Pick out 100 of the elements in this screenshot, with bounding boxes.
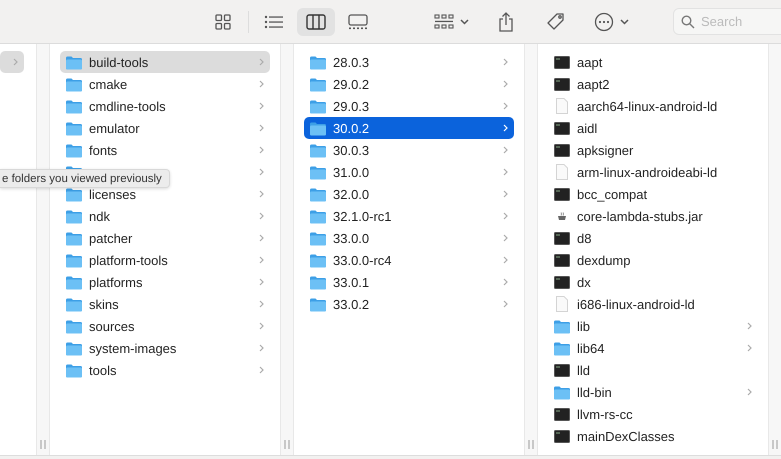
file-row[interactable]: ndk: [60, 205, 270, 227]
search-icon: [681, 14, 695, 28]
file-row[interactable]: lld: [548, 359, 758, 381]
terminal-icon: [553, 408, 571, 420]
file-name: 32.0.0: [333, 186, 370, 202]
file-row[interactable]: 28.0.3: [304, 51, 514, 73]
file-name: tools: [89, 362, 118, 378]
file-row[interactable]: apksigner: [548, 139, 758, 161]
file-row[interactable]: 33.0.0: [304, 227, 514, 249]
file-name: aidl: [577, 120, 598, 136]
file-row[interactable]: lib: [548, 315, 758, 337]
terminal-icon: [553, 364, 571, 376]
gallery-icon: [347, 14, 369, 30]
file-name: fonts: [89, 142, 118, 158]
resize-handle-icon[interactable]: [772, 440, 778, 449]
file-name: lld: [577, 362, 592, 378]
file-row[interactable]: 33.0.0-rc4: [304, 249, 514, 271]
file-row[interactable]: tools: [60, 359, 270, 381]
terminal-icon: [553, 430, 571, 442]
folder-icon: [65, 208, 83, 224]
file-row[interactable]: emulator: [60, 117, 270, 139]
more-icon: [594, 12, 614, 32]
file-row[interactable]: arm-linux-androideabi-ld: [548, 161, 758, 183]
file-name: build-tools: [89, 54, 150, 70]
folder-icon: [309, 296, 327, 312]
terminal-icon: [553, 122, 571, 134]
file-row[interactable]: fonts: [60, 139, 270, 161]
file-row[interactable]: aarch64-linux-android-ld: [548, 95, 758, 117]
file-row[interactable]: dx: [548, 271, 758, 293]
document-icon: [553, 164, 571, 180]
file-row[interactable]: cmdline-tools: [60, 95, 270, 117]
caret-icon: [460, 18, 468, 24]
file-name: 30.0.3: [333, 142, 370, 158]
folder-icon: [553, 384, 571, 400]
file-row[interactable]: platforms: [60, 271, 270, 293]
file-row[interactable]: lld-bin: [548, 381, 758, 403]
file-row[interactable]: skins: [60, 293, 270, 315]
folder-icon: [309, 120, 327, 136]
file-name: 30.0.2: [333, 120, 370, 136]
file-name: 32.1.0-rc1: [333, 208, 393, 224]
folder-icon: [65, 186, 83, 202]
file-row[interactable]: 32.1.0-rc1: [304, 205, 514, 227]
folder-icon: [309, 164, 327, 180]
file-row[interactable]: i686-linux-android-ld: [548, 293, 758, 315]
file-name: emulator: [89, 120, 141, 136]
file-row[interactable]: 29.0.2: [304, 73, 514, 95]
file-name: mainDexClasses: [577, 428, 676, 444]
tag-icon: [546, 12, 566, 32]
file-name: aapt2: [577, 76, 611, 92]
file-name: d8: [577, 230, 592, 246]
file-row[interactable]: platform-tools: [60, 249, 270, 271]
file-row[interactable]: 31.0.0: [304, 161, 514, 183]
file-row[interactable]: d8: [548, 227, 758, 249]
file-name: dx: [577, 274, 592, 290]
file-row[interactable]: cmake: [60, 73, 270, 95]
file-row[interactable]: aapt: [548, 51, 758, 73]
file-row[interactable]: system-images: [60, 337, 270, 359]
terminal-icon: [553, 188, 571, 200]
terminal-icon: [553, 144, 571, 156]
file-row[interactable]: patcher: [60, 227, 270, 249]
folder-icon: [309, 142, 327, 158]
terminal-icon: [553, 78, 571, 90]
file-name: core-lambda-stubs.jar: [577, 208, 704, 224]
file-name: 31.0.0: [333, 164, 370, 180]
file-name: patcher: [89, 230, 134, 246]
folder-icon: [309, 98, 327, 114]
file-row[interactable]: aidl: [548, 117, 758, 139]
file-row[interactable]: 33.0.2: [304, 293, 514, 315]
search-field[interactable]: Search: [673, 8, 781, 35]
resize-handle-icon[interactable]: [528, 440, 534, 449]
file-row[interactable]: core-lambda-stubs.jar: [548, 205, 758, 227]
file-name: 33.0.0: [333, 230, 370, 246]
file-name: arm-linux-androideabi-ld: [577, 164, 718, 180]
file-row[interactable]: dexdump: [548, 249, 758, 271]
file-row[interactable]: llvm-rs-cc: [548, 403, 758, 425]
file-row[interactable]: sources: [60, 315, 270, 337]
document-icon: [553, 98, 571, 114]
file-row[interactable]: mainDexClasses: [548, 425, 758, 447]
resize-handle-icon[interactable]: [40, 440, 46, 449]
file-row[interactable]: 30.0.2: [304, 117, 514, 139]
file-name: i686-linux-android-ld: [577, 296, 696, 312]
file-name: sources: [89, 318, 136, 334]
file-row[interactable]: 33.0.1: [304, 271, 514, 293]
file-row[interactable]: bcc_compat: [548, 183, 758, 205]
file-name: cmake: [89, 76, 128, 92]
tooltip: e folders you viewed previously: [0, 169, 170, 188]
resize-handle-icon[interactable]: [284, 440, 290, 449]
file-name: cmdline-tools: [89, 98, 167, 114]
file-row[interactable]: lib64: [548, 337, 758, 359]
folder-icon: [65, 98, 83, 114]
file-row[interactable]: build-tools: [60, 51, 270, 73]
file-row[interactable]: aapt2: [548, 73, 758, 95]
file-row[interactable]: 29.0.3: [304, 95, 514, 117]
folder-icon: [65, 252, 83, 268]
file-row[interactable]: 30.0.3: [304, 139, 514, 161]
file-row[interactable]: 32.0.0: [304, 183, 514, 205]
file-name: aarch64-linux-android-ld: [577, 98, 718, 114]
folder-icon: [65, 296, 83, 312]
file-name: dexdump: [577, 252, 632, 268]
view-button[interactable]: [297, 8, 335, 36]
